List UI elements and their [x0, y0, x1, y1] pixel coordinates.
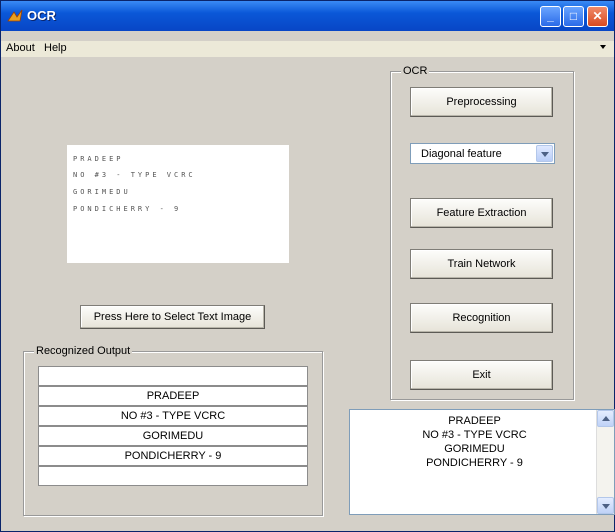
result-text-box[interactable]: PRADEEP NO #3 - TYPE VCRC GORIMEDU PONDI…	[349, 409, 615, 515]
input-text-image: PRADEEP NO #3 - TYPE VCRC GORIMEDU PONDI…	[67, 145, 289, 263]
table-row[interactable]	[38, 366, 308, 386]
recognized-output-panel: Recognized Output PRADEEP NO #3 - TYPE V…	[23, 345, 323, 516]
result-line: GORIMEDU	[444, 443, 505, 455]
figure-area: PRADEEP NO #3 - TYPE VCRC GORIMEDU PONDI…	[7, 59, 615, 527]
scroll-down-icon[interactable]	[597, 497, 614, 514]
minimize-button[interactable]: _	[540, 6, 561, 27]
recognized-output-title: Recognized Output	[34, 345, 133, 357]
table-row[interactable]: PONDICHERRY - 9	[38, 446, 308, 466]
exit-button[interactable]: Exit	[410, 360, 553, 390]
chevron-down-icon[interactable]	[536, 145, 553, 162]
title-bar[interactable]: OCR _ □ ✕	[1, 1, 614, 31]
matlab-icon	[7, 9, 23, 22]
recognized-output-table: PRADEEP NO #3 - TYPE VCRC GORIMEDU PONDI…	[38, 366, 308, 488]
close-button[interactable]: ✕	[587, 6, 608, 27]
ocr-panel: OCR Preprocessing Diagonal feature Featu…	[390, 65, 574, 400]
image-text-line: PRADEEP	[73, 155, 124, 163]
menu-help[interactable]: Help	[44, 42, 67, 54]
image-text-line: PONDICHERRY - 9	[73, 205, 182, 213]
toolbar-toggle-icon[interactable]	[600, 45, 606, 49]
ocr-panel-title: OCR	[401, 65, 430, 77]
menu-bar: About Help	[1, 41, 614, 57]
train-network-button[interactable]: Train Network	[410, 249, 553, 279]
result-line: PRADEEP	[448, 415, 501, 427]
result-line: NO #3 - TYPE VCRC	[422, 429, 527, 441]
select-text-image-button[interactable]: Press Here to Select Text Image	[80, 305, 265, 329]
scroll-up-icon[interactable]	[597, 410, 614, 427]
image-text-line: GORIMEDU	[73, 188, 131, 196]
menu-about[interactable]: About	[6, 42, 35, 54]
vertical-scrollbar[interactable]	[596, 410, 614, 514]
feature-extraction-button[interactable]: Feature Extraction	[410, 198, 553, 228]
table-row[interactable]	[38, 466, 308, 486]
window-title: OCR	[27, 8, 56, 23]
table-row[interactable]: PRADEEP	[38, 386, 308, 406]
ocr-window: OCR _ □ ✕ About Help PRADEEP NO #3 - TYP…	[0, 0, 615, 532]
feature-type-select[interactable]: Diagonal feature	[410, 143, 555, 164]
recognition-button[interactable]: Recognition	[410, 303, 553, 333]
preprocessing-button[interactable]: Preprocessing	[410, 87, 553, 117]
table-row[interactable]: NO #3 - TYPE VCRC	[38, 406, 308, 426]
maximize-button[interactable]: □	[563, 6, 584, 27]
result-line: PONDICHERRY - 9	[426, 457, 523, 469]
image-text-line: NO #3 - TYPE VCRC	[73, 171, 196, 179]
feature-type-value: Diagonal feature	[421, 148, 502, 160]
table-row[interactable]: GORIMEDU	[38, 426, 308, 446]
